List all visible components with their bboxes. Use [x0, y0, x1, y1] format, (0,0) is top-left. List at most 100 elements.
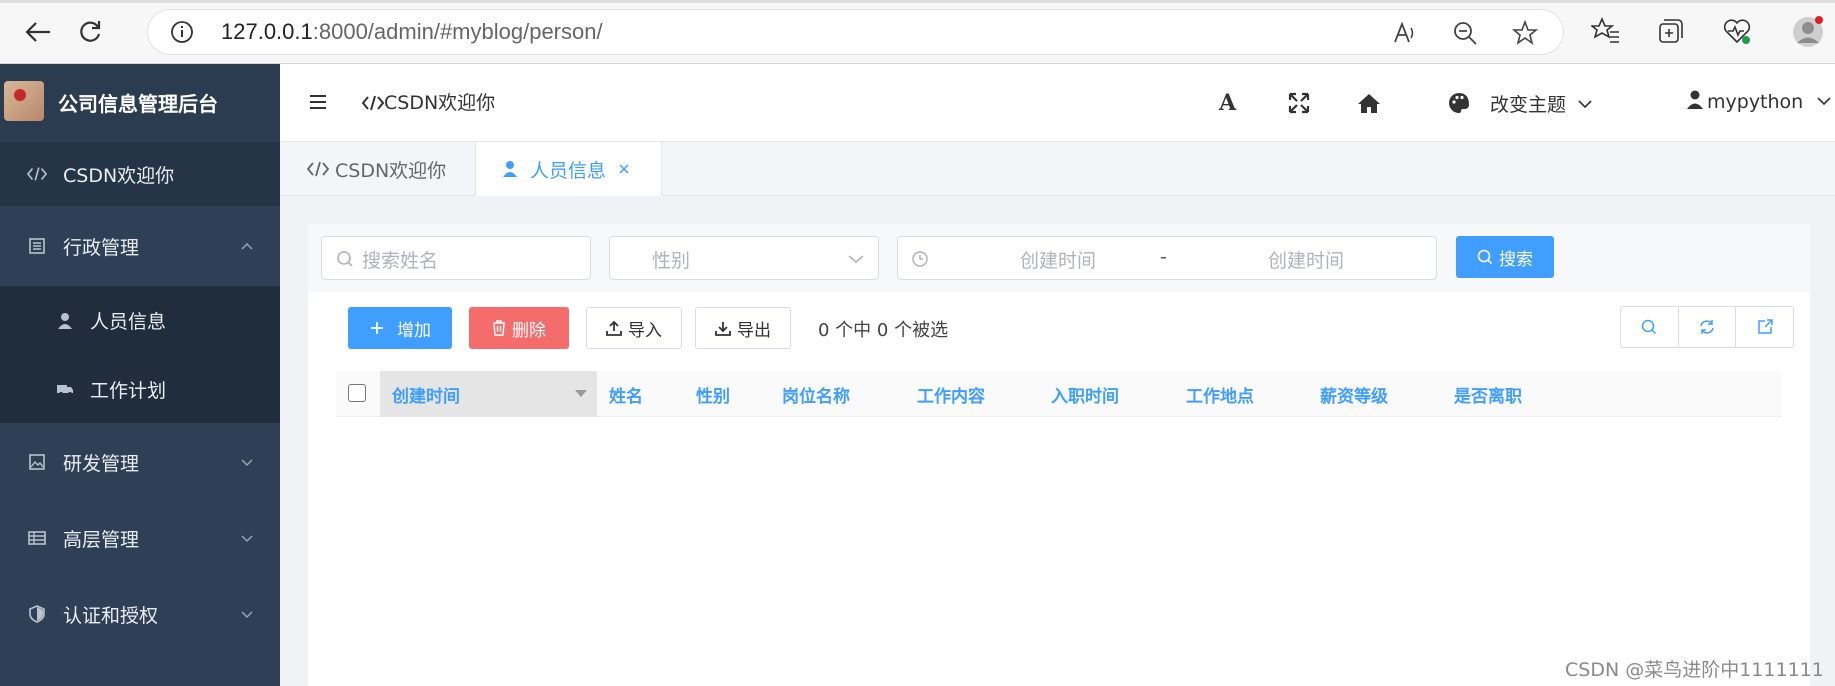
- column-header-position[interactable]: 岗位名称: [782, 371, 850, 417]
- sidebar-item-rnd[interactable]: 研发管理: [0, 424, 280, 500]
- truck-icon: [55, 379, 75, 399]
- column-header-work-location[interactable]: 工作地点: [1186, 371, 1254, 417]
- zoom-out-icon[interactable]: [1452, 20, 1478, 46]
- site-info-icon[interactable]: [170, 20, 194, 44]
- theme-switcher[interactable]: 改变主题: [1490, 90, 1592, 117]
- close-icon[interactable]: [618, 163, 630, 175]
- url-text: 127.0.0.1:8000/admin/#myblog/person/: [221, 19, 603, 45]
- favorite-star-icon[interactable]: [1512, 20, 1538, 46]
- sidebar-item-label: 人员信息: [90, 311, 167, 333]
- external-window-icon: [1757, 319, 1773, 334]
- user-icon: [503, 161, 517, 177]
- column-header-resigned[interactable]: 是否离职: [1454, 371, 1522, 417]
- building-icon: [27, 236, 47, 256]
- collections-icon[interactable]: [1656, 16, 1686, 46]
- sidebar-item-work-plan[interactable]: 工作计划: [0, 355, 280, 423]
- sidebar-item-csdn[interactable]: CSDN欢迎你: [0, 142, 280, 206]
- user-name: mypython: [1707, 91, 1804, 113]
- url-path: :8000/admin/#myblog/person/: [312, 19, 603, 44]
- favorites-icon[interactable]: [1591, 16, 1621, 46]
- content-panel: 搜索姓名 性别 创建时间 - 创建时间 搜索 增加 删除 导入 导出 0 个中 …: [308, 224, 1810, 686]
- chevron-up-icon: [240, 239, 254, 253]
- user-menu[interactable]: mypython: [1687, 90, 1831, 113]
- image-icon: [27, 452, 47, 472]
- home-icon[interactable]: [1357, 92, 1380, 114]
- code-icon: [362, 95, 384, 111]
- breadcrumb: CSDN欢迎你: [362, 88, 495, 115]
- gender-select[interactable]: 性别: [609, 236, 879, 280]
- sidebar-item-label: 工作计划: [90, 379, 167, 402]
- tab-label: 人员信息: [530, 159, 607, 182]
- code-icon: [307, 161, 329, 177]
- column-header-hire-date[interactable]: 入职时间: [1051, 371, 1119, 417]
- delete-button-label: 删除: [512, 320, 546, 341]
- palette-icon[interactable]: [1448, 92, 1470, 114]
- profile-avatar-icon[interactable]: [1792, 16, 1823, 47]
- download-icon: [715, 322, 731, 336]
- date-range-picker[interactable]: 创建时间 - 创建时间: [897, 236, 1437, 280]
- tab-label: CSDN欢迎你: [335, 159, 447, 182]
- column-header-gender[interactable]: 性别: [696, 371, 730, 417]
- search-button-label: 搜索: [1499, 249, 1533, 270]
- sort-desc-icon: [575, 390, 587, 397]
- refresh-icon: [1700, 320, 1714, 334]
- shield-icon: [27, 604, 47, 624]
- table-header: 创建时间 姓名 性别 岗位名称 工作内容 入职时间 工作地点 薪资等级 是否离职: [336, 371, 1782, 417]
- tab-csdn[interactable]: CSDN欢迎你: [280, 142, 476, 196]
- export-button[interactable]: 导出: [695, 307, 791, 349]
- app-logo-area: 公司信息管理后台: [0, 64, 280, 142]
- breadcrumb-text: CSDN欢迎你: [384, 92, 496, 114]
- chevron-down-icon: [1817, 97, 1831, 106]
- export-button-label: 导出: [737, 320, 771, 341]
- page-tabs: CSDN欢迎你 人员信息: [280, 142, 1835, 196]
- chevron-down-icon: [848, 255, 864, 264]
- refresh-button[interactable]: [1679, 307, 1737, 347]
- column-settings-button[interactable]: [1736, 307, 1793, 347]
- column-header-salary-grade[interactable]: 薪资等级: [1320, 371, 1388, 417]
- add-button[interactable]: 增加: [348, 307, 452, 349]
- date-separator: -: [1160, 246, 1167, 268]
- user-icon: [1687, 90, 1703, 109]
- sidebar: 公司信息管理后台 CSDN欢迎你 行政管理 人员信息 工作计划 研发管理 高层管…: [0, 64, 280, 686]
- chevron-down-icon: [240, 607, 254, 621]
- browser-health-icon[interactable]: [1722, 16, 1752, 46]
- search-button[interactable]: 搜索: [1456, 236, 1554, 278]
- tab-person-info[interactable]: 人员信息: [476, 142, 662, 196]
- sidebar-item-admin[interactable]: 行政管理: [0, 206, 280, 286]
- column-header-name[interactable]: 姓名: [609, 371, 643, 417]
- plus-icon: [371, 322, 383, 334]
- read-aloud-icon[interactable]: [1392, 20, 1418, 46]
- refresh-icon[interactable]: [72, 14, 108, 50]
- selection-count: 0 个中 0 个被选: [818, 320, 949, 341]
- back-icon[interactable]: [20, 14, 56, 50]
- import-button-label: 导入: [628, 320, 662, 341]
- sidebar-item-label: 高层管理: [63, 528, 140, 551]
- import-button[interactable]: 导入: [586, 307, 682, 349]
- font-size-icon[interactable]: A: [1219, 90, 1241, 116]
- sidebar-item-auth[interactable]: 认证和授权: [0, 576, 280, 652]
- chevron-down-icon: [240, 455, 254, 469]
- column-header-created-time[interactable]: 创建时间: [380, 371, 597, 417]
- menu-toggle-icon[interactable]: [308, 93, 328, 111]
- code-icon: [27, 164, 47, 184]
- search-name-placeholder: 搜索姓名: [362, 250, 439, 272]
- column-header-work-content[interactable]: 工作内容: [917, 371, 985, 417]
- select-all-checkbox[interactable]: [348, 384, 366, 402]
- search-bar: 搜索姓名 性别 创建时间 - 创建时间 搜索: [308, 224, 1810, 292]
- toggle-search-button[interactable]: [1621, 307, 1679, 347]
- clock-icon: [912, 251, 928, 267]
- table-icon: [27, 528, 47, 548]
- delete-button[interactable]: 删除: [469, 307, 569, 349]
- url-host: 127.0.0.1: [221, 19, 313, 44]
- sidebar-item-person-info[interactable]: 人员信息: [0, 286, 280, 355]
- trash-icon: [493, 320, 505, 336]
- app-logo-icon: [4, 81, 44, 121]
- upload-icon: [606, 320, 622, 336]
- chevron-down-icon: [1578, 100, 1592, 109]
- address-bar[interactable]: 127.0.0.1:8000/admin/#myblog/person/: [148, 10, 1563, 54]
- tab-strip-edge: [0, 0, 1835, 3]
- sidebar-item-executive[interactable]: 高层管理: [0, 500, 280, 576]
- fullscreen-icon[interactable]: [1288, 92, 1310, 114]
- date-start-placeholder: 创建时间: [1020, 250, 1097, 272]
- search-name-input[interactable]: 搜索姓名: [321, 236, 591, 280]
